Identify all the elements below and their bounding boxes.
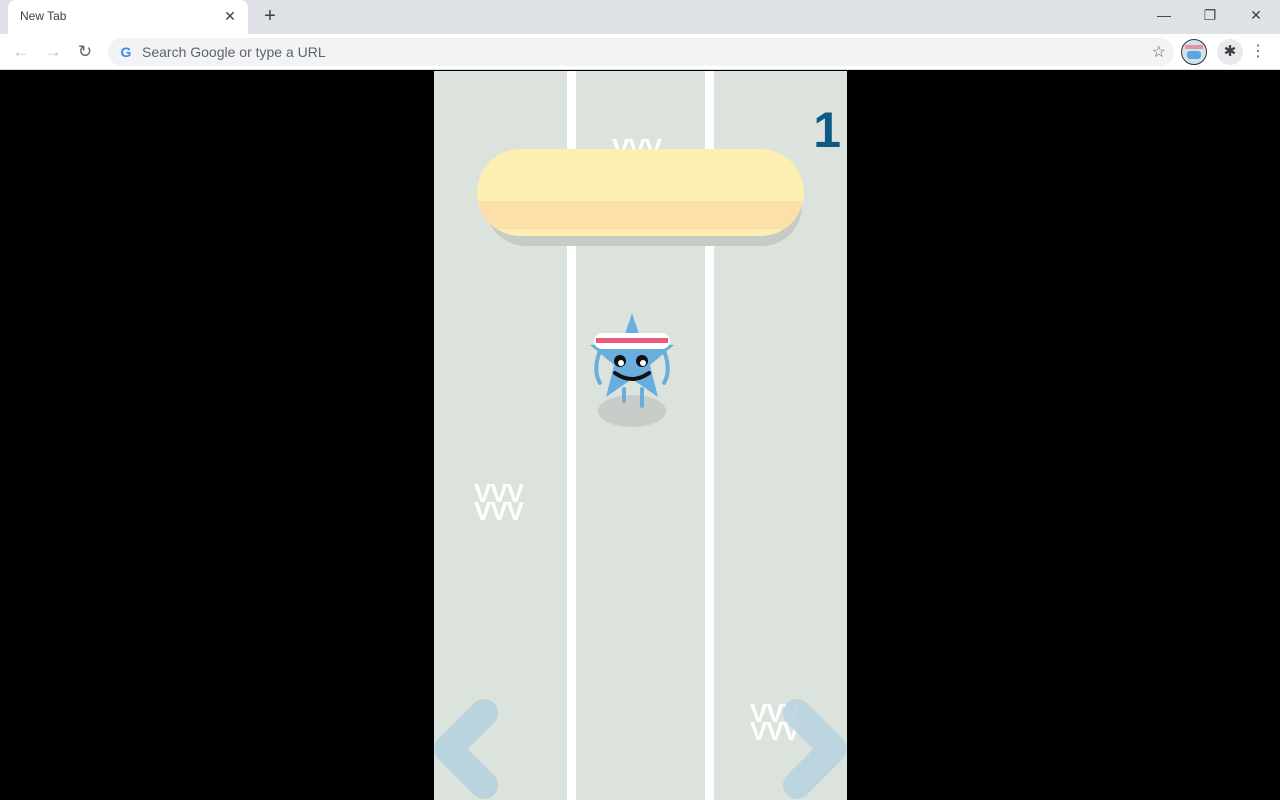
menu-icon[interactable]: ⋮ xyxy=(1250,40,1266,64)
obstacle-band xyxy=(477,201,804,229)
google-icon: G xyxy=(120,44,132,60)
back-icon[interactable]: ← xyxy=(10,41,32,63)
address-input[interactable]: Search Google or type a URL xyxy=(142,44,326,60)
profile-avatar[interactable] xyxy=(1181,39,1207,65)
speed-mark: VVV VVV xyxy=(474,478,524,526)
score-counter: 1 xyxy=(813,102,841,158)
bookmark-star-icon[interactable]: ☆ xyxy=(1152,42,1166,62)
close-window-button[interactable]: ✕ xyxy=(1236,4,1276,26)
hurdle-obstacle xyxy=(477,149,804,236)
plus-icon[interactable]: + xyxy=(260,6,280,26)
headband-stripe xyxy=(596,338,668,343)
tab-title: New Tab xyxy=(20,9,67,23)
player-shadow xyxy=(598,395,666,427)
close-icon[interactable]: ✕ xyxy=(222,8,238,24)
left-arm xyxy=(594,349,602,385)
extensions-puzzle-icon[interactable]: ✱ xyxy=(1217,39,1243,65)
reload-icon[interactable]: ↻ xyxy=(74,41,96,63)
star-player-character xyxy=(590,313,674,427)
star-body xyxy=(590,313,674,397)
game-canvas[interactable]: VVV 1 VVV VVV VVV VVV xyxy=(434,71,847,800)
left-arrow-button[interactable] xyxy=(434,699,504,799)
tab-strip: New Tab ✕ + — ❐ ✕ xyxy=(0,0,1280,34)
right-arrow-button[interactable] xyxy=(777,699,847,799)
address-bar[interactable]: G Search Google or type a URL ☆ xyxy=(108,38,1174,66)
forward-icon[interactable]: → xyxy=(42,41,64,63)
restore-button[interactable]: ❐ xyxy=(1190,4,1230,26)
tab-new-tab[interactable]: New Tab ✕ xyxy=(8,0,248,34)
toolbar: ← → ↻ G Search Google or type a URL ☆ xyxy=(0,34,1280,70)
right-arm xyxy=(662,349,670,385)
minimize-button[interactable]: — xyxy=(1144,4,1184,26)
